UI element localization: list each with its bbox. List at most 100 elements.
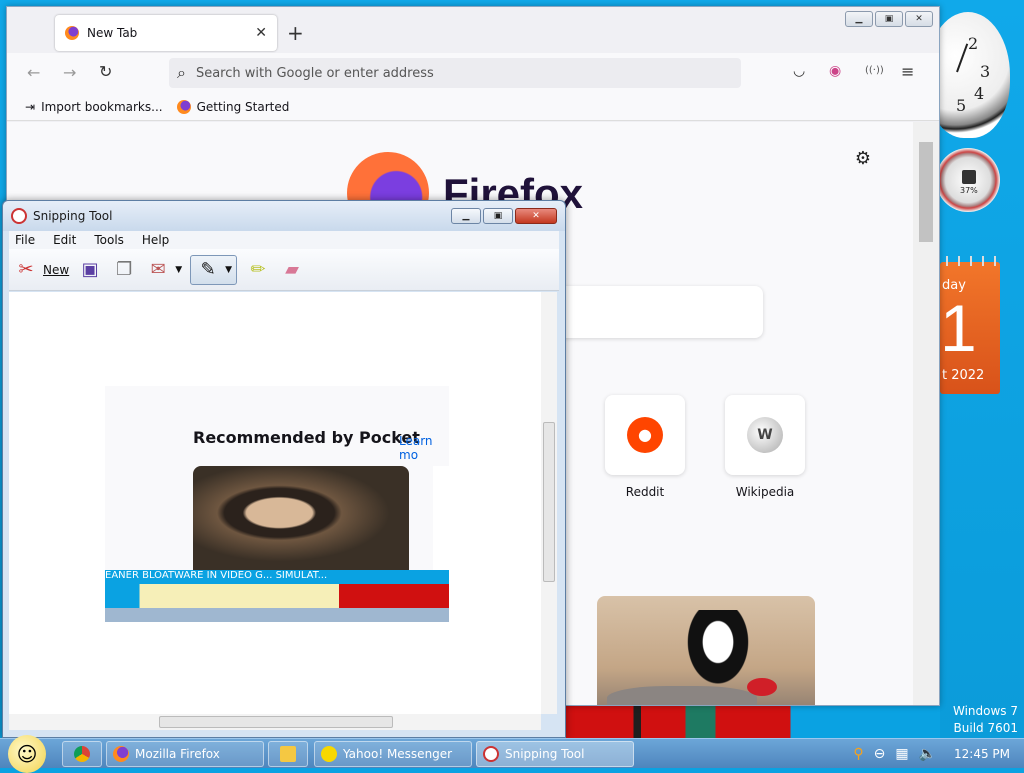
dropdown-arrow-icon[interactable]: ▼	[225, 265, 232, 275]
start-button[interactable]: ☺	[8, 735, 46, 773]
page-scrollbar[interactable]	[913, 122, 939, 705]
pen-tool-button[interactable]: ✎ ▼	[190, 254, 238, 285]
scrollbar-thumb[interactable]	[543, 422, 555, 582]
pocket-story-card[interactable]	[597, 596, 815, 705]
menu-help[interactable]: Help	[142, 233, 169, 247]
meter-percent: 37%	[960, 186, 978, 195]
cpu-meter-gadget[interactable]: 37%	[936, 148, 1000, 212]
explorer-pinned[interactable]	[268, 741, 308, 767]
minimize-button[interactable]: ▁	[845, 11, 873, 27]
pocket-icon[interactable]: ◡	[793, 63, 805, 79]
tile-box: W	[725, 395, 805, 475]
search-tray-icon[interactable]: ⚲	[853, 746, 863, 762]
learn-more-link: Learn mo	[399, 434, 433, 462]
horizontal-scrollbar[interactable]	[9, 714, 541, 730]
clock-number: 5	[956, 96, 967, 115]
captured-screenshot: Recommended by Pocket Learn mo EANER BLO…	[105, 386, 449, 622]
volume-icon[interactable]: 🔈	[919, 746, 936, 762]
gear-icon[interactable]: ⚙	[855, 148, 871, 169]
woodpecker-image	[683, 610, 753, 690]
system-tray: ⚲ ⊖ ▦ 🔈 12:45 PM	[853, 739, 1024, 769]
captured-taskbar	[105, 608, 449, 622]
taskbar-firefox[interactable]: Mozilla Firefox	[106, 741, 264, 767]
pocket-heading: Recommended by Pocket	[193, 428, 420, 447]
menu-file[interactable]: File	[15, 233, 35, 247]
clock-number: 3	[980, 62, 991, 81]
menu-icon[interactable]: ≡	[901, 62, 914, 81]
new-tab-button[interactable]: +	[287, 21, 304, 45]
menu-tools[interactable]: Tools	[94, 233, 124, 247]
scrollbar-thumb[interactable]	[919, 142, 933, 242]
maximize-button[interactable]: ▣	[875, 11, 903, 27]
taskbar-yahoo[interactable]: Yahoo! Messenger	[314, 741, 472, 767]
calendar-rings	[940, 256, 1000, 266]
close-button[interactable]: ✕	[905, 11, 933, 27]
bookmark-label: Import bookmarks...	[41, 99, 163, 114]
reddit-icon: ●	[627, 417, 663, 453]
forward-icon[interactable]: →	[63, 63, 76, 82]
taskbar-snipping-tool[interactable]: Snipping Tool	[476, 741, 634, 767]
account-icon[interactable]: ◉	[829, 63, 841, 79]
windows-version: Windows 7 Build 7601	[953, 703, 1018, 737]
taskbar: ☺ Mozilla Firefox Yahoo! Messenger Snipp…	[0, 735, 1024, 773]
calendar-year: t 2022	[942, 368, 985, 383]
calendar-gadget[interactable]: day 1 t 2022	[940, 256, 1000, 394]
back-icon[interactable]: ←	[27, 63, 40, 82]
save-button[interactable]: ▣	[77, 255, 103, 285]
search-icon: ⌕	[177, 63, 186, 82]
tab-title: New Tab	[87, 26, 138, 40]
desktop-wallpaper-strip	[566, 706, 940, 740]
clock-number: 2	[968, 34, 979, 53]
yahoo-messenger-icon	[321, 746, 337, 762]
top-site-reddit[interactable]: ● Reddit	[605, 395, 685, 499]
clock-time[interactable]: 12:45 PM	[954, 747, 1010, 761]
tile-label: Reddit	[625, 485, 665, 499]
eraser-icon: ▰	[285, 259, 299, 280]
scrollbar-thumb[interactable]	[159, 716, 393, 728]
bookmark-getting-started[interactable]: Getting Started	[176, 99, 289, 114]
captured-desktop-text: EANER BLOATWARE IN VIDEO G... SIMULAT...	[105, 570, 449, 584]
copy-button[interactable]: ❐	[111, 255, 137, 285]
chrome-pinned[interactable]	[62, 741, 102, 767]
import-icon: ⇥	[25, 99, 36, 114]
dropdown-arrow-icon[interactable]: ▼	[175, 265, 182, 275]
reload-icon[interactable]: ↻	[99, 62, 112, 81]
window-controls: ▁ ▣ ✕	[451, 208, 557, 224]
toolbar: ✂ New ▣ ❐ ✉ ▼ ✎ ▼ ✏ ▰	[9, 249, 559, 291]
portrait-image	[193, 466, 409, 570]
new-snip-button[interactable]: ✂ New	[13, 255, 69, 285]
close-button[interactable]: ✕	[515, 208, 557, 224]
snipping-tool-icon	[483, 746, 499, 762]
firefox-icon	[65, 26, 79, 40]
chrome-icon	[74, 746, 90, 762]
clock-number: 4	[974, 84, 985, 103]
firefox-icon	[113, 746, 129, 762]
status-icon[interactable]: ⊖	[874, 746, 886, 762]
snip-canvas[interactable]: Recommended by Pocket Learn mo EANER BLO…	[9, 292, 541, 714]
menu-edit[interactable]: Edit	[53, 233, 76, 247]
highlighter-button[interactable]: ✏	[245, 255, 271, 285]
url-placeholder: Search with Google or enter address	[195, 65, 434, 81]
card-edge	[433, 466, 449, 570]
close-tab-icon[interactable]: ✕	[255, 25, 267, 41]
highlighter-icon: ✏	[250, 259, 266, 280]
save-icon: ▣	[81, 259, 99, 280]
tile-box: ●	[605, 395, 685, 475]
tile-label: Wikipedia	[735, 485, 795, 499]
bookmark-import[interactable]: ⇥ Import bookmarks...	[25, 100, 163, 114]
eraser-button[interactable]: ▰	[279, 255, 305, 285]
top-site-wikipedia[interactable]: W Wikipedia	[725, 395, 805, 499]
new-label: New	[43, 262, 70, 277]
vertical-scrollbar[interactable]	[541, 292, 557, 714]
send-snip-button[interactable]: ✉ ▼	[145, 255, 182, 285]
extensions-icon[interactable]: ((·))	[865, 65, 884, 76]
url-bar[interactable]: ⌕ Search with Google or enter address	[169, 58, 741, 88]
minimize-button[interactable]: ▁	[451, 208, 481, 224]
wikipedia-icon: W	[747, 417, 783, 453]
nav-bar: ← → ↻ ⌕ Search with Google or enter addr…	[7, 53, 939, 93]
network-icon[interactable]: ▦	[895, 746, 908, 762]
tab-new-tab[interactable]: New Tab ✕	[55, 15, 277, 51]
maximize-button[interactable]: ▣	[483, 208, 513, 224]
taskbar-label: Snipping Tool	[505, 747, 585, 761]
snipping-tool-window: Snipping Tool ▁ ▣ ✕ File Edit Tools Help…	[2, 200, 566, 738]
